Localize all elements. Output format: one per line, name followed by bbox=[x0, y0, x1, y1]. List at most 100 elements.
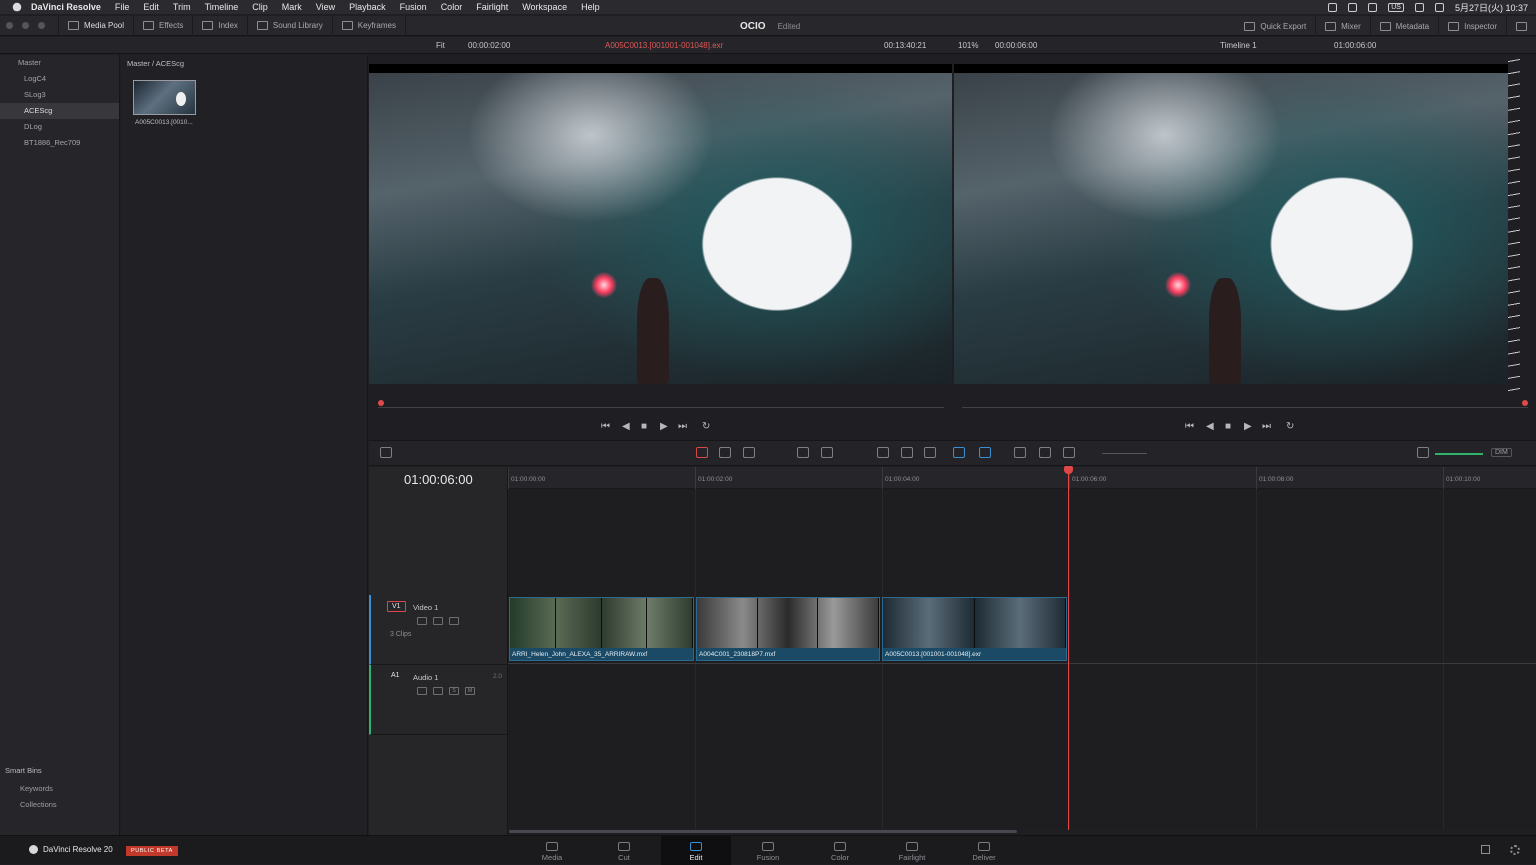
track-name[interactable]: Audio 1 bbox=[413, 673, 438, 682]
lock-track-icon[interactable] bbox=[417, 617, 427, 625]
timeline-stop-button[interactable]: ■ bbox=[1225, 421, 1231, 432]
page-fairlight[interactable]: Fairlight bbox=[877, 836, 947, 865]
home-icon[interactable] bbox=[1481, 845, 1490, 854]
timeline-first-frame-button[interactable]: ⏮ bbox=[1185, 421, 1194, 432]
index-button[interactable]: Index bbox=[193, 15, 248, 36]
timeline-zoom-select[interactable]: 101% bbox=[958, 41, 978, 50]
keyframes-button[interactable]: Keyframes bbox=[333, 15, 406, 36]
source-clip-name[interactable]: A005C0013.[001001-001048].exr bbox=[605, 41, 723, 50]
source-zoom-select[interactable]: Fit bbox=[436, 41, 445, 50]
zoom-custom-icon[interactable] bbox=[1063, 447, 1075, 458]
solo-button[interactable]: S bbox=[449, 687, 459, 695]
auto-select-icon[interactable] bbox=[433, 617, 443, 625]
menu-file[interactable]: File bbox=[115, 2, 130, 12]
screen-icon[interactable] bbox=[1348, 2, 1358, 12]
playhead[interactable] bbox=[1064, 466, 1073, 830]
page-cut[interactable]: Cut bbox=[589, 836, 659, 865]
source-reverse-button[interactable]: ◀ bbox=[622, 421, 630, 432]
bin-item-slog3[interactable]: SLog3 bbox=[0, 87, 119, 103]
wifi-icon[interactable] bbox=[1414, 2, 1424, 12]
effects-button[interactable]: Effects bbox=[134, 15, 194, 36]
apple-icon[interactable] bbox=[12, 2, 22, 12]
source-last-frame-button[interactable]: ⏭ bbox=[678, 421, 687, 432]
blade-tool-icon[interactable] bbox=[743, 447, 755, 458]
zoom-detail-icon[interactable] bbox=[1039, 447, 1051, 458]
input-source-icon[interactable]: US bbox=[1388, 2, 1404, 12]
source-loop-button[interactable]: ↻ bbox=[702, 421, 710, 432]
menu-edit[interactable]: Edit bbox=[143, 2, 159, 12]
bin-item-logc4[interactable]: LogC4 bbox=[0, 71, 119, 87]
timeline-scrubber[interactable] bbox=[962, 398, 1528, 410]
settings-gear-icon[interactable] bbox=[1510, 845, 1520, 855]
timeline-area[interactable]: ARRI_Helen_John_ALEXA_35_ARRIRAW.mxf A00… bbox=[508, 489, 1536, 829]
timeline-loop-button[interactable]: ↻ bbox=[1286, 421, 1294, 432]
timeline-name-select[interactable]: Timeline 1 bbox=[1220, 41, 1257, 50]
audio-track-header[interactable]: A1 Audio 1 2.0 S M bbox=[369, 665, 508, 735]
timeline-ruler[interactable]: 01:00:00:00 01:00:02:00 01:00:04:00 01:0… bbox=[508, 467, 1536, 489]
auto-select-icon[interactable] bbox=[433, 687, 443, 695]
metadata-button[interactable]: Metadata bbox=[1371, 16, 1440, 36]
timeline-view-options-icon[interactable] bbox=[380, 447, 392, 458]
dim-button[interactable]: DIM bbox=[1491, 448, 1512, 457]
menu-app[interactable]: DaVinci Resolve bbox=[31, 2, 101, 12]
bin-item-dlog[interactable]: DLog bbox=[0, 119, 119, 135]
panel-toggle-button[interactable] bbox=[1507, 16, 1536, 36]
mute-button[interactable]: M bbox=[465, 687, 475, 695]
zoom-slider[interactable] bbox=[1102, 453, 1147, 454]
menu-fairlight[interactable]: Fairlight bbox=[476, 2, 508, 12]
smart-bins-title[interactable]: Smart Bins bbox=[5, 766, 42, 775]
marker-icon[interactable] bbox=[979, 447, 991, 458]
timeline-clip[interactable]: A004C001_230818P7.mxf bbox=[696, 597, 880, 661]
page-edit[interactable]: Edit bbox=[661, 836, 731, 865]
mixer-button[interactable]: Mixer bbox=[1316, 16, 1371, 36]
page-deliver[interactable]: Deliver bbox=[949, 836, 1019, 865]
overwrite-clip-icon[interactable] bbox=[821, 447, 833, 458]
track-visibility-icon[interactable] bbox=[449, 617, 459, 625]
source-first-frame-button[interactable]: ⏮ bbox=[601, 421, 610, 432]
menu-view[interactable]: View bbox=[316, 2, 335, 12]
insert-clip-icon[interactable] bbox=[797, 447, 809, 458]
timeline-clip[interactable]: ARRI_Helen_John_ALEXA_35_ARRIRAW.mxf bbox=[509, 597, 694, 661]
timeline-last-frame-button[interactable]: ⏭ bbox=[1262, 421, 1271, 432]
zoom-full-icon[interactable] bbox=[1014, 447, 1026, 458]
linked-selection-icon[interactable] bbox=[901, 447, 913, 458]
quick-export-button[interactable]: Quick Export bbox=[1235, 16, 1317, 36]
snapping-icon[interactable] bbox=[877, 447, 889, 458]
track-id-v1[interactable]: V1 bbox=[387, 601, 406, 612]
menu-help[interactable]: Help bbox=[581, 2, 600, 12]
volume-icon[interactable] bbox=[1417, 447, 1429, 458]
menu-clip[interactable]: Clip bbox=[252, 2, 268, 12]
timeline-timecode[interactable]: 01:00:06:00 bbox=[404, 472, 473, 487]
bluetooth-icon[interactable] bbox=[1368, 2, 1378, 12]
timeline-play-button[interactable]: ▶ bbox=[1244, 421, 1252, 432]
track-id-a1[interactable]: A1 bbox=[387, 671, 404, 680]
menu-playback[interactable]: Playback bbox=[349, 2, 386, 12]
timeline-viewer[interactable] bbox=[954, 64, 1508, 384]
flag-icon[interactable] bbox=[953, 447, 965, 458]
bin-item-bt1886[interactable]: BT1886_Rec709 bbox=[0, 135, 119, 151]
smart-bin-collections[interactable]: Collections bbox=[20, 800, 57, 809]
trim-tool-icon[interactable] bbox=[719, 447, 731, 458]
menu-workspace[interactable]: Workspace bbox=[522, 2, 567, 12]
menubar-clock[interactable]: 5月27日(火) 10:37 bbox=[1455, 1, 1528, 14]
clip-thumbnail[interactable] bbox=[133, 80, 196, 115]
track-name[interactable]: Video 1 bbox=[413, 603, 438, 612]
volume-slider[interactable] bbox=[1435, 453, 1483, 455]
page-color[interactable]: Color bbox=[805, 836, 875, 865]
timeline-reverse-button[interactable]: ◀ bbox=[1206, 421, 1214, 432]
search-icon[interactable] bbox=[1434, 2, 1444, 12]
lock-icon[interactable] bbox=[924, 447, 936, 458]
bin-master[interactable]: Master bbox=[0, 55, 119, 71]
lock-track-icon[interactable] bbox=[417, 687, 427, 695]
video-track-header[interactable]: V1 Video 1 3 Clips bbox=[369, 595, 508, 665]
menu-mark[interactable]: Mark bbox=[282, 2, 302, 12]
menu-timeline[interactable]: Timeline bbox=[205, 2, 239, 12]
source-viewer[interactable] bbox=[369, 64, 952, 384]
status-icon[interactable] bbox=[1328, 2, 1338, 12]
menu-color[interactable]: Color bbox=[441, 2, 463, 12]
menu-fusion[interactable]: Fusion bbox=[400, 2, 427, 12]
source-stop-button[interactable]: ■ bbox=[641, 421, 647, 432]
sound-library-button[interactable]: Sound Library bbox=[248, 15, 333, 36]
selection-tool-icon[interactable] bbox=[696, 447, 708, 458]
smart-bin-keywords[interactable]: Keywords bbox=[20, 784, 53, 793]
